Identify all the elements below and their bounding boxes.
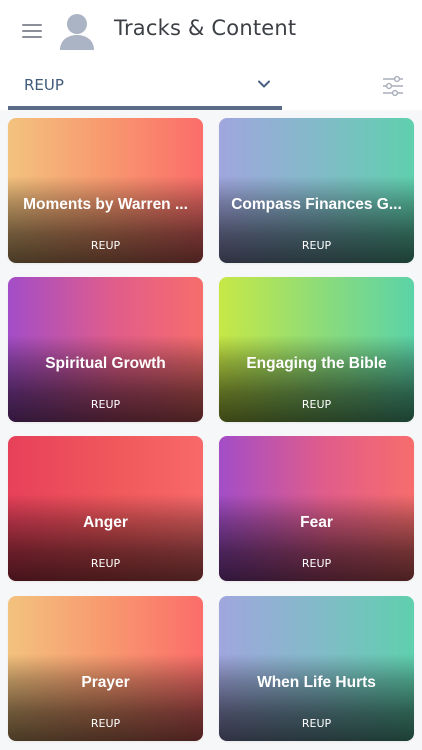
- card-title: Spiritual Growth: [45, 355, 166, 372]
- content-card[interactable]: Fear REUP: [219, 436, 414, 581]
- card-title: Fear: [300, 514, 333, 531]
- card-track-label: REUP: [90, 717, 121, 730]
- card-track-label: REUP: [90, 239, 121, 252]
- card-track-label: REUP: [90, 557, 121, 570]
- track-dropdown[interactable]: REUP: [8, 62, 282, 110]
- content-card[interactable]: Compass Finances G... REUP: [219, 118, 414, 263]
- app-screen: Tracks & Content REUP Moments by Warren …: [0, 0, 422, 750]
- page-title: Tracks & Content: [114, 16, 297, 40]
- content-card[interactable]: Anger REUP: [8, 436, 203, 581]
- card-title: Engaging the Bible: [246, 355, 387, 372]
- card-track-label: REUP: [301, 398, 332, 411]
- card-title: Anger: [83, 514, 128, 531]
- card-track-label: REUP: [301, 239, 332, 252]
- chevron-down-icon: [256, 76, 272, 92]
- content-grid: Moments by Warren ... REUP Compass Finan…: [0, 110, 422, 750]
- card-title: Compass Finances G...: [231, 196, 402, 213]
- card-title: Prayer: [81, 674, 130, 691]
- content-card[interactable]: Moments by Warren ... REUP: [8, 118, 203, 263]
- content-card[interactable]: When Life Hurts REUP: [219, 596, 414, 741]
- card-track-label: REUP: [301, 717, 332, 730]
- track-dropdown-value: REUP: [24, 76, 64, 94]
- content-card[interactable]: Engaging the Bible REUP: [219, 277, 414, 422]
- sliders-filter-icon[interactable]: [382, 75, 404, 97]
- content-card[interactable]: Prayer REUP: [8, 596, 203, 741]
- content-card[interactable]: Spiritual Growth REUP: [8, 277, 203, 422]
- card-title: When Life Hurts: [257, 674, 376, 691]
- hamburger-menu-icon[interactable]: [22, 22, 44, 40]
- app-header: Tracks & Content: [0, 0, 422, 62]
- card-track-label: REUP: [90, 398, 121, 411]
- card-title: Moments by Warren ...: [23, 196, 188, 213]
- card-track-label: REUP: [301, 557, 332, 570]
- user-avatar-icon[interactable]: [58, 12, 96, 52]
- filter-bar: REUP: [0, 62, 422, 111]
